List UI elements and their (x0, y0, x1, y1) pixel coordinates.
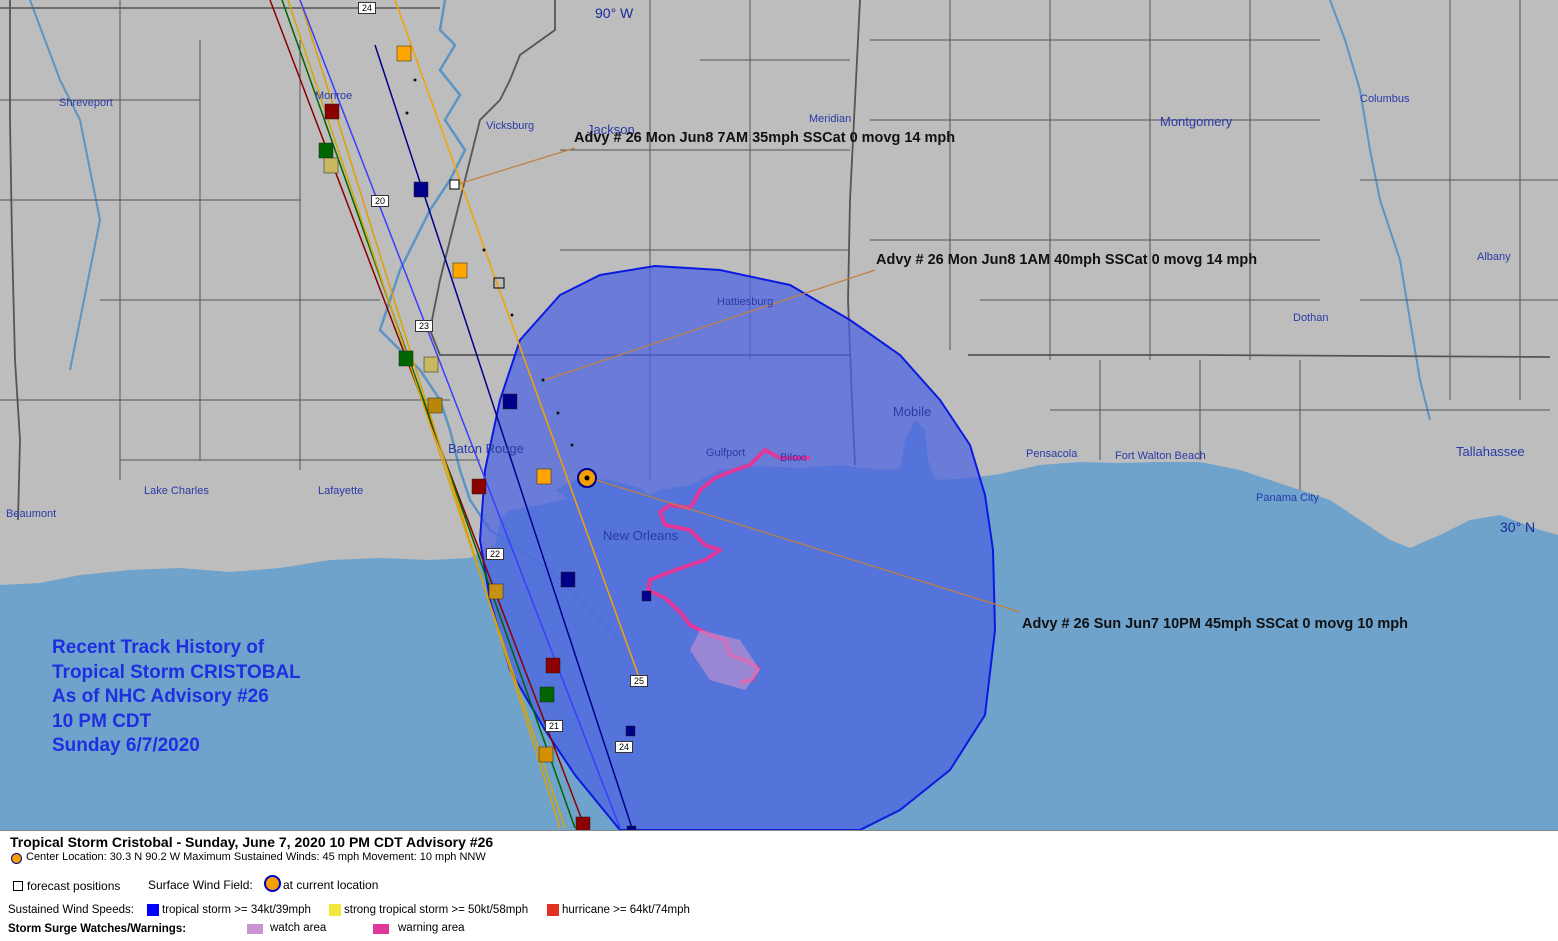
legend-sts-label: strong tropical storm >= 50kt/58mph (344, 904, 529, 916)
city-montgomery: Montgomery (1160, 114, 1233, 129)
city-fort-walton-beach: Fort Walton Beach (1115, 450, 1206, 462)
legend-surface-wind-field: Surface Wind Field: (148, 878, 253, 892)
road-shield: 21 (545, 720, 564, 732)
city-lafayette: Lafayette (318, 485, 364, 497)
city-gulfport: Gulfport (706, 447, 746, 459)
longitude-label: 90° W (595, 5, 634, 21)
city-pensacola: Pensacola (1026, 448, 1078, 460)
legend-ts-label: tropical storm >= 34kt/39mph (162, 904, 311, 916)
legend-sustained-wind-speeds: Sustained Wind Speeds: (8, 904, 134, 916)
city-beaumont: Beaumont (6, 508, 57, 520)
surge-warning-swatch (373, 924, 389, 934)
city-baton-rouge: Baton Rouge (448, 441, 524, 456)
legend-center-line: Center Location: 30.3 N 90.2 W Maximum S… (26, 851, 486, 863)
road-shield: 24 (358, 2, 377, 14)
track-history-title: Recent Track History of Tropical Storm C… (52, 636, 301, 759)
city-columbus: Columbus (1360, 93, 1410, 105)
road-shield: 24 (615, 741, 634, 753)
city-panama-city: Panama City (1256, 492, 1319, 504)
forecast-position-icon (13, 881, 23, 891)
history-line: 10 PM CDT (52, 710, 152, 732)
surge-watch-swatch (247, 924, 263, 934)
storm-center-icon (577, 468, 597, 488)
history-line: Tropical Storm CRISTOBAL (52, 661, 301, 683)
city-tallahassee: Tallahassee (1456, 444, 1525, 459)
city-hattiesburg: Hattiesburg (717, 296, 774, 308)
road-shield: 25 (630, 675, 649, 687)
tropical-storm-swatch (147, 904, 159, 916)
hurricane-swatch (547, 904, 559, 916)
advisory-label: Advy # 26 Sun Jun7 10PM 45mph SSCat 0 mo… (1022, 616, 1408, 632)
city-biloxi: Biloxi (780, 452, 807, 464)
history-line: Recent Track History of (52, 637, 265, 658)
advisory-label: Advy # 26 Mon Jun8 7AM 35mph SSCat 0 mov… (574, 130, 956, 146)
legend-forecast-positions: forecast positions (27, 879, 121, 893)
city-monroe: Monroe (315, 90, 353, 102)
city-mobile: Mobile (893, 404, 932, 419)
legend-watch-label: watch area (270, 922, 327, 934)
legend-panel: Tropical Storm Cristobal - Sunday, June … (0, 830, 1558, 941)
legend-storm-surge-label: Storm Surge Watches/Warnings: (8, 923, 187, 935)
history-line: As of NHC Advisory #26 (52, 686, 269, 707)
legend-hu-label: hurricane >= 64kt/74mph (562, 904, 690, 916)
current-location-icon (264, 875, 281, 892)
city-shreveport: Shreveport (59, 97, 113, 109)
storm-center-icon (11, 853, 22, 864)
legend-title: Tropical Storm Cristobal - Sunday, June … (10, 834, 494, 850)
city-dothan: Dothan (1293, 312, 1329, 324)
strong-tropical-storm-swatch (329, 904, 341, 916)
road-shield: 20 (371, 195, 390, 207)
city-new-orleans: New Orleans (603, 528, 679, 543)
history-line: Sunday 6/7/2020 (52, 735, 200, 756)
advisory-label: Advy # 26 Mon Jun8 1AM 40mph SSCat 0 mov… (876, 252, 1258, 268)
city-lake-charles: Lake Charles (144, 485, 209, 497)
legend-warning-label: warning area (398, 922, 465, 934)
city-meridian: Meridian (809, 113, 852, 125)
road-shield: 23 (415, 320, 434, 332)
road-shield: 22 (486, 548, 505, 560)
city-vicksburg: Vicksburg (486, 120, 535, 132)
latitude-label: 30° N (1500, 519, 1536, 535)
legend-at-current-location: at current location (283, 878, 379, 892)
city-albany: Albany (1477, 251, 1511, 263)
